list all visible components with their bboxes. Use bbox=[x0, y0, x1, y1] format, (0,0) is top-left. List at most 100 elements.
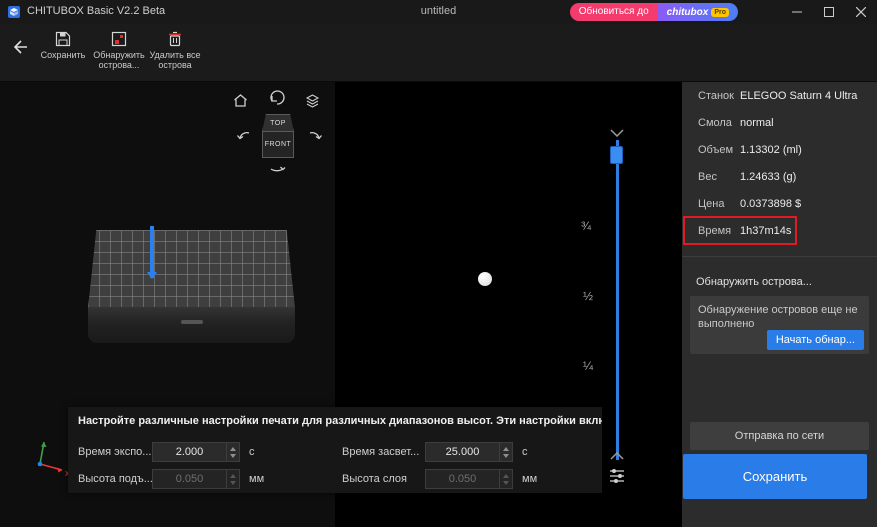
chitubox-window: CHITUBOX Basic V2.2 Beta untitled Обнови… bbox=[0, 0, 877, 527]
bottom-exposure-unit: с bbox=[522, 441, 528, 463]
maximize-button[interactable] bbox=[813, 0, 845, 24]
field-row-1: Время экспо... 2.000 с Время засвет... 2… bbox=[68, 441, 602, 463]
rotate-ccw-button[interactable] bbox=[268, 90, 287, 112]
stat-row-machine: Станок ELEGOO Saturn 4 Ultra bbox=[682, 82, 877, 109]
view-cube-top-face[interactable]: TOP bbox=[262, 114, 294, 132]
x-axis-arrow bbox=[57, 468, 62, 473]
detect-islands-tool-button[interactable]: Обнаружить острова... bbox=[90, 28, 148, 80]
bottom-exposure-input[interactable]: 25.000 bbox=[425, 442, 513, 462]
rotate-right-button[interactable] bbox=[306, 129, 323, 151]
spin-up-icon[interactable] bbox=[503, 447, 509, 451]
build-plate-surface bbox=[88, 230, 295, 308]
slider-mark-quarter: ¼ bbox=[583, 359, 593, 373]
chevron-down-icon bbox=[610, 129, 624, 137]
slider-bottom-chevron-button[interactable] bbox=[610, 447, 624, 465]
slider-mark-three-quarters: ¾ bbox=[581, 219, 591, 233]
app-title: CHITUBOX Basic V2.2 Beta bbox=[27, 5, 165, 17]
volume-label: Объем bbox=[682, 144, 740, 156]
slider-mark-half: ½ bbox=[583, 289, 593, 303]
stat-row-volume: Объем 1.13302 (ml) bbox=[682, 136, 877, 163]
layer-slider-handle[interactable] bbox=[610, 146, 623, 164]
spin-down-icon[interactable] bbox=[503, 454, 509, 458]
pro-badge: Pro bbox=[711, 8, 729, 17]
upgrade-brand: chitubox bbox=[667, 7, 709, 18]
lift-height-label: Высота подъ... bbox=[78, 468, 153, 490]
y-axis-arrow bbox=[41, 442, 47, 447]
exposure-time-value[interactable]: 2.000 bbox=[153, 443, 226, 461]
start-detection-button[interactable]: Начать обнар... bbox=[767, 330, 864, 350]
minimize-button[interactable] bbox=[781, 0, 813, 24]
height-range-settings-button[interactable] bbox=[608, 467, 626, 490]
price-label: Цена bbox=[682, 198, 740, 210]
view-layers-button[interactable] bbox=[305, 93, 320, 113]
spin-down-icon bbox=[503, 481, 509, 485]
upgrade-brand-area: chitubox Pro bbox=[658, 3, 738, 21]
time-value: 1h37m14s bbox=[740, 225, 791, 237]
spin-up-icon bbox=[230, 474, 236, 478]
rotate-left-button[interactable] bbox=[236, 129, 253, 151]
build-plate-front bbox=[88, 307, 295, 343]
height-settings-description: Настройте различные настройки печати для… bbox=[68, 407, 602, 429]
layer-height-label: Высота слоя bbox=[342, 468, 407, 490]
detect-islands-icon bbox=[110, 28, 128, 50]
exposure-time-input[interactable]: 2.000 bbox=[152, 442, 240, 462]
machine-label: Станок bbox=[682, 90, 740, 102]
close-button[interactable] bbox=[845, 0, 877, 24]
upgrade-to-pro-button[interactable]: Обновиться до chitubox Pro bbox=[570, 3, 738, 21]
rotate-left-icon bbox=[236, 129, 253, 146]
weight-value: 1.24633 (g) bbox=[740, 171, 796, 183]
layer-height-spinner bbox=[499, 470, 512, 488]
field-row-2: Высота подъ... 0.050 мм Высота слоя 0.05… bbox=[68, 468, 602, 490]
app-logo-icon bbox=[8, 6, 20, 18]
document-title: untitled bbox=[421, 5, 456, 17]
view-cube-front-face[interactable]: FRONT bbox=[262, 132, 294, 158]
back-button[interactable] bbox=[10, 37, 32, 59]
delete-islands-tool-button[interactable]: Удалить все острова bbox=[146, 28, 204, 80]
rotate-down-button[interactable] bbox=[268, 166, 286, 185]
stat-row-price: Цена 0.0373898 $ bbox=[682, 190, 877, 217]
minimize-icon bbox=[792, 7, 802, 17]
build-plate[interactable] bbox=[88, 230, 295, 344]
weight-label: Вес bbox=[682, 171, 740, 183]
view-cube[interactable]: TOP FRONT bbox=[262, 114, 294, 160]
islands-status-text: Обнаружение островов еще не выполнено bbox=[698, 303, 861, 331]
toolbar: Сохранить Обнаружить острова... Удалить … bbox=[0, 24, 877, 82]
layer-slider-track[interactable] bbox=[616, 140, 619, 460]
home-view-button[interactable] bbox=[233, 93, 248, 113]
close-icon bbox=[856, 7, 866, 17]
save-tool-label: Сохранить bbox=[41, 50, 86, 60]
build-plate-logo bbox=[181, 320, 203, 324]
lift-height-spinner bbox=[226, 470, 239, 488]
spin-up-icon bbox=[503, 474, 509, 478]
chevron-up-icon bbox=[610, 452, 624, 460]
save-file-button[interactable]: Сохранить bbox=[683, 454, 867, 499]
layer-height-input: 0.050 bbox=[425, 469, 513, 489]
spin-down-icon bbox=[230, 481, 236, 485]
home-icon bbox=[233, 93, 248, 108]
bottom-exposure-spinner[interactable] bbox=[499, 443, 512, 461]
z-axis-gizmo[interactable] bbox=[150, 226, 154, 278]
lift-height-input: 0.050 bbox=[152, 469, 240, 489]
exposure-time-spinner[interactable] bbox=[226, 443, 239, 461]
rotate-down-icon bbox=[268, 166, 286, 180]
save-tool-button[interactable]: Сохранить bbox=[34, 28, 92, 80]
spin-down-icon[interactable] bbox=[230, 454, 236, 458]
model-sphere[interactable] bbox=[478, 272, 492, 286]
stat-row-time: Время 1h37m14s bbox=[682, 217, 877, 244]
islands-status-box: Обнаружение островов еще не выполнено На… bbox=[690, 296, 869, 354]
back-arrow-icon bbox=[10, 37, 30, 57]
layer-height-unit: мм bbox=[522, 468, 537, 490]
upgrade-label: Обновиться до bbox=[570, 3, 658, 21]
spin-up-icon[interactable] bbox=[230, 447, 236, 451]
price-value: 0.0373898 $ bbox=[740, 198, 801, 210]
network-send-button[interactable]: Отправка по сети bbox=[690, 422, 869, 450]
bottom-exposure-label: Время засвет... bbox=[342, 441, 419, 463]
islands-section-header: Обнаружить острова... bbox=[696, 276, 812, 288]
machine-value: ELEGOO Saturn 4 Ultra bbox=[740, 90, 857, 102]
trash-icon bbox=[166, 28, 184, 50]
exposure-time-unit: с bbox=[249, 441, 255, 463]
bottom-exposure-value[interactable]: 25.000 bbox=[426, 443, 499, 461]
detect-islands-label: Обнаружить острова... bbox=[93, 50, 145, 70]
rotate-ccw-icon bbox=[268, 90, 287, 107]
lift-height-unit: мм bbox=[249, 468, 264, 490]
